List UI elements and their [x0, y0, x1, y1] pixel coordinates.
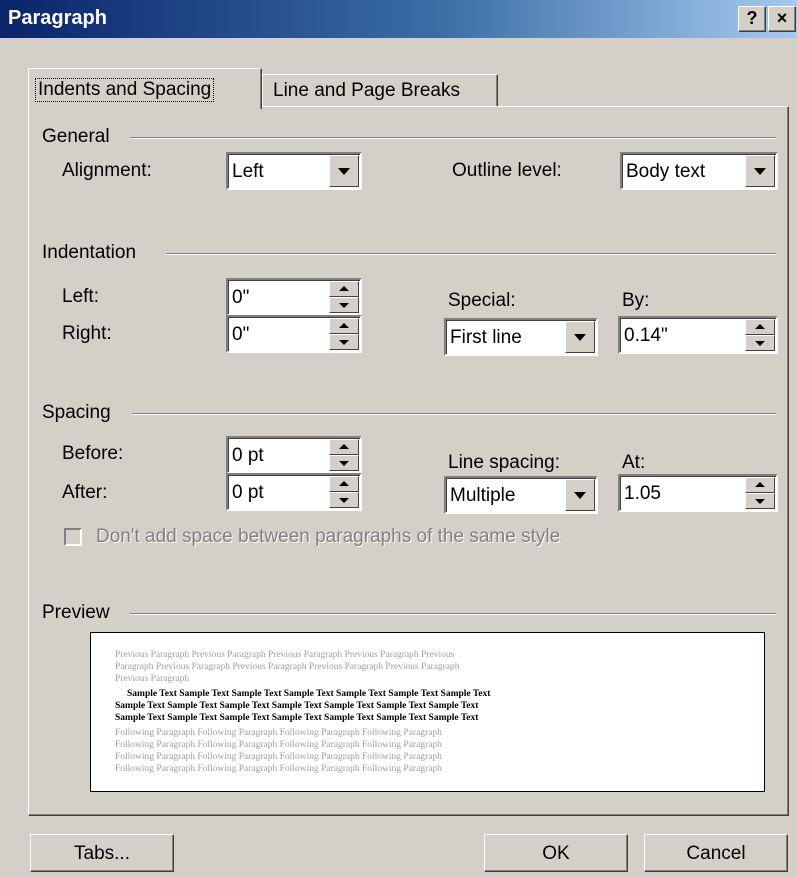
tab-line-and-page-breaks[interactable]: Line and Page Breaks — [262, 74, 498, 107]
tab-label: Line and Page Breaks — [273, 80, 460, 101]
tab-indents-and-spacing[interactable]: Indents and Spacing — [28, 68, 262, 109]
ok-button[interactable]: OK — [484, 834, 628, 872]
tabs-button-label: Tabs... — [74, 843, 130, 864]
close-button[interactable]: × — [768, 6, 796, 32]
tab-label: Indents and Spacing — [35, 78, 215, 102]
tabs-button[interactable]: Tabs... — [30, 834, 174, 872]
ok-button-label: OK — [542, 843, 570, 864]
help-button[interactable]: ? — [738, 6, 766, 32]
title-bar: Paragraph ? × — [0, 0, 797, 38]
cancel-button-label: Cancel — [686, 843, 746, 864]
cancel-button[interactable]: Cancel — [644, 834, 788, 872]
tab-panel — [28, 106, 789, 816]
window-title: Paragraph — [8, 7, 107, 29]
